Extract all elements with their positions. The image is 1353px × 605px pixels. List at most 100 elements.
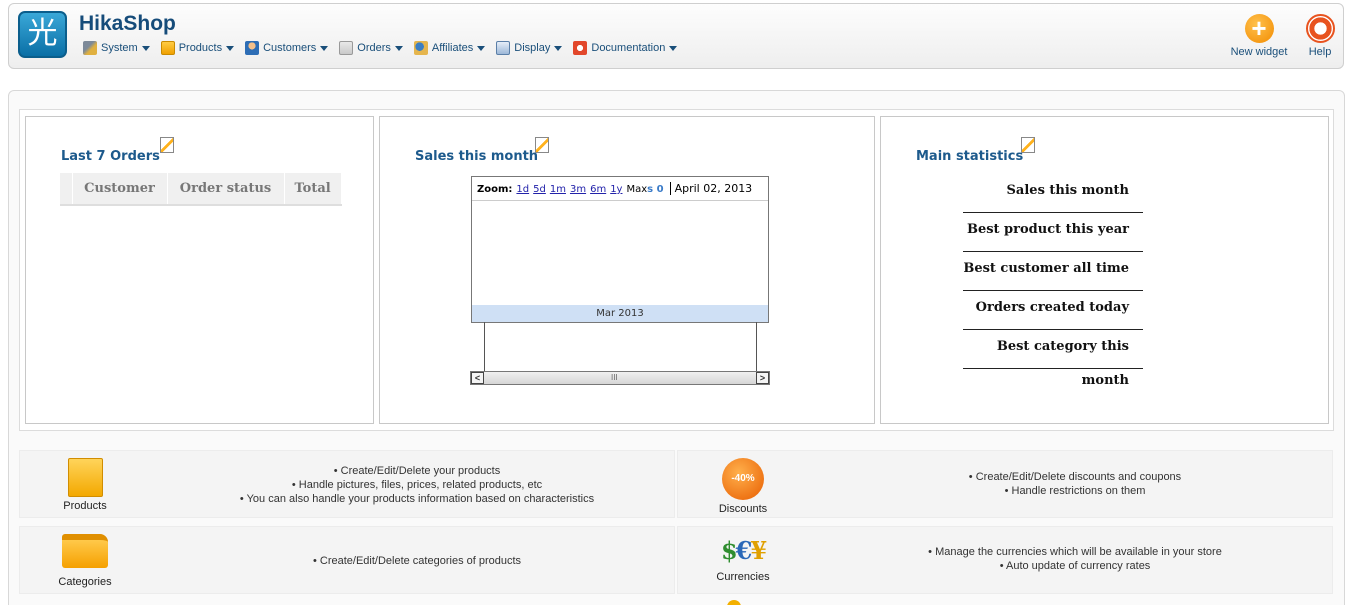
display-icon [496,41,511,55]
zoom-3m[interactable]: 3m [570,184,586,195]
widget-sales-month: Sales this month Zoom: 1d 5d 1m 3m 6m 1y Maxs 0… [379,116,875,424]
table-header-order-status[interactable]: Order status [167,173,285,206]
stat-best-category: Best category this month [963,330,1143,388]
widget-title: Sales this month [415,149,539,164]
menu-system-label: System [101,42,138,54]
widgets-row: Last 7 Orders Customer Order status Tota… [19,109,1334,431]
zoom-bar: Zoom: 1d 5d 1m 3m 6m 1y Maxs 0 April 02, 2013 [472,177,768,201]
edit-icon[interactable] [535,137,549,153]
panel-products[interactable]: Products Create/Edit/Delete your product… [19,450,675,518]
menu-system[interactable]: System [83,41,150,55]
panel-currencies[interactable]: $€¥ Currencies Manage the currencies whi… [677,526,1333,594]
zoom-1y[interactable]: 1y [610,184,622,195]
chevron-down-icon [669,45,678,51]
list-item: Handle restrictions on them [828,484,1322,498]
sales-timeline[interactable]: Zoom: 1d 5d 1m 3m 6m 1y Maxs 0 April 02, 2013 Ma… [471,176,769,323]
menu-affiliates[interactable]: Affiliates [413,41,486,55]
chevron-down-icon [226,45,235,51]
chevron-down-icon [554,45,563,51]
widget-title: Last 7 Orders [61,149,160,164]
panel-description: Create/Edit/Delete discounts and coupons… [828,470,1322,498]
current-date: April 02, 2013 [669,182,753,195]
menu-display-label: Display [514,42,551,54]
stat-sales-this-month: Sales this month [963,174,1143,213]
list-item: Create/Edit/Delete categories of product… [170,554,664,568]
folder-icon [62,534,108,568]
box-icon [67,458,103,497]
panel-label: Discounts [718,503,768,515]
zoom-extra: s 0 [647,184,664,195]
currency-icon: $€¥ [698,534,788,568]
menu-orders[interactable]: Orders [339,41,403,55]
tools-icon [83,41,97,55]
panel-label: Products [63,500,107,512]
panel-categories[interactable]: Categories Create/Edit/Delete categories… [19,526,675,594]
edit-icon[interactable] [160,137,174,153]
discount-icon: -40% [722,458,764,500]
menu-customers[interactable]: Customers [245,41,329,55]
lifebuoy-icon [1305,14,1335,43]
chevron-down-icon [477,45,486,51]
month-label: Mar 2013 [472,305,768,322]
orders-table: Customer Order status Total [60,173,342,206]
zoom-5d[interactable]: 5d [533,184,546,195]
panel-discounts-link[interactable]: -40% Discounts [698,456,788,515]
panel-label: Categories [58,576,112,588]
list-item: Handle pictures, files, prices, related … [170,478,664,492]
currency-symbol: ¥ [750,536,767,565]
currency-symbol: $ [720,536,738,565]
panel-label: Currencies [716,571,770,583]
zoom-1m[interactable]: 1m [550,184,566,195]
panel-description: Manage the currencies which will be avai… [828,545,1322,573]
new-widget-label: New widget [1230,46,1288,58]
list-item: You can also handle your products inform… [170,492,664,506]
chevron-down-icon [320,45,329,51]
scroll-thumb[interactable]: III [611,373,618,382]
help-label: Help [1308,46,1332,58]
table-header-customer[interactable]: Customer [72,173,168,206]
currency-symbol: € [735,536,753,565]
scroll-left-icon[interactable]: < [471,372,484,384]
app-title: HikaShop [79,12,176,35]
lifebuoy-icon [573,41,588,55]
help-button[interactable]: Help [1302,14,1338,58]
chevron-down-icon [141,45,150,51]
panel-categories-link[interactable]: Categories [40,532,130,588]
menu-products[interactable]: Products [160,41,235,55]
menu-affiliates-label: Affiliates [431,42,474,54]
scroll-right-icon[interactable]: > [756,372,769,384]
chevron-down-icon [394,45,403,51]
stat-best-customer: Best customer all time [963,252,1143,291]
table-header-select [60,173,73,206]
widget-main-statistics: Main statistics Sales this month Best pr… [880,116,1329,424]
edit-icon[interactable] [1021,137,1035,153]
menu-documentation[interactable]: Documentation [573,41,678,55]
list-item: Create/Edit/Delete your products [170,464,664,478]
orders-icon [339,41,354,55]
affiliates-icon [413,41,428,55]
panel-products-link[interactable]: Products [40,456,130,512]
menu-products-label: Products [178,42,223,54]
list-item: Manage the currencies which will be avai… [828,545,1322,559]
hikashop-logo: 光 [18,11,67,58]
zoom-6m[interactable]: 6m [590,184,606,195]
top-toolbar: 光 HikaShop System Products Customers Ord… [8,3,1344,69]
widget-title: Main statistics [916,149,1024,164]
list-item: Create/Edit/Delete discounts and coupons [828,470,1322,484]
menu-display[interactable]: Display [496,41,563,55]
widget-last-orders: Last 7 Orders Customer Order status Tota… [25,116,374,424]
stat-orders-today: Orders created today [963,291,1143,330]
add-icon: + [1244,14,1274,43]
users-icon [245,41,260,55]
zoom-max[interactable]: Max [626,184,647,195]
box-icon [160,41,175,55]
menu-documentation-label: Documentation [591,42,666,54]
table-header-total[interactable]: Total [284,173,342,206]
new-widget-button[interactable]: + New widget [1228,14,1290,58]
zoom-label: Zoom: [477,184,513,195]
timeline-scrollbar[interactable]: < III > [470,371,770,385]
zoom-1d[interactable]: 1d [516,184,529,195]
panel-discounts[interactable]: -40% Discounts Create/Edit/Delete discou… [677,450,1333,518]
panel-description: Create/Edit/Delete your products Handle … [170,464,664,506]
panel-currencies-link[interactable]: $€¥ Currencies [698,532,788,583]
